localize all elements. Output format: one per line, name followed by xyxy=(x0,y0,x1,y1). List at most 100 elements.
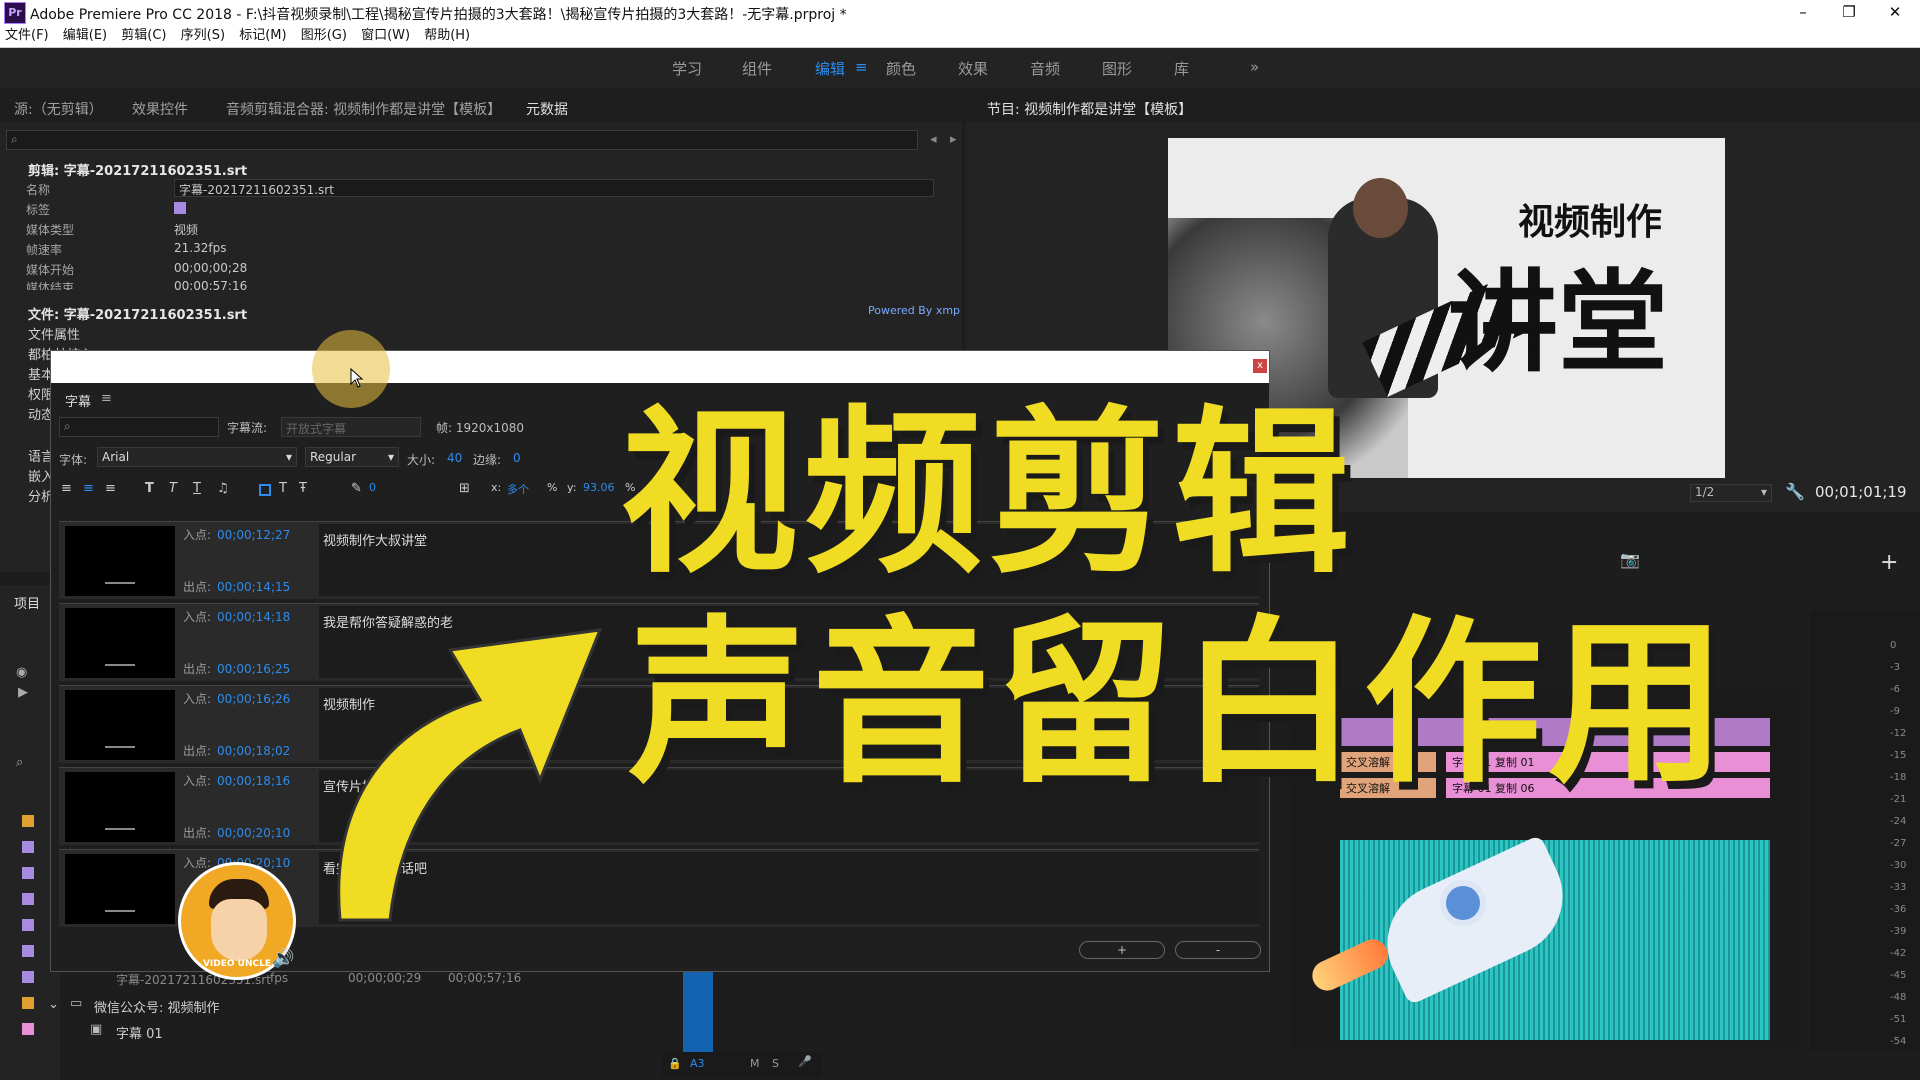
timeline-track-controls: 🔒 A3 M S 🎤 xyxy=(662,1052,822,1078)
mouse-cursor-icon xyxy=(350,368,364,388)
size-value[interactable]: 40 xyxy=(447,451,462,465)
text-color-icon[interactable]: T xyxy=(279,481,287,496)
prev-icon[interactable]: ◂ xyxy=(930,132,937,147)
file-properties[interactable]: 文件属性 xyxy=(28,324,80,343)
menu-sequence[interactable]: 序列(S) xyxy=(176,26,230,46)
y-value[interactable]: 93.06 xyxy=(583,481,615,494)
in-point[interactable]: 00;00;14;18 xyxy=(217,610,290,624)
metadata-row-label: 标签 xyxy=(0,198,960,218)
next-icon[interactable]: ▸ xyxy=(950,132,957,147)
add-button-icon[interactable]: + xyxy=(1880,550,1898,575)
track-a3[interactable]: A3 xyxy=(690,1057,705,1070)
label-swatch-lavender xyxy=(22,841,34,853)
metadata-search-input[interactable]: ⌕ xyxy=(6,130,918,150)
restore-icon[interactable]: ❐ xyxy=(1826,0,1872,26)
workspace-libraries[interactable]: 库 xyxy=(1174,58,1189,79)
workspace-overflow[interactable]: » xyxy=(1250,58,1259,76)
font-label: 字体: xyxy=(59,453,88,467)
mute-toggle[interactable]: M xyxy=(750,1057,760,1070)
label-swatch-orange-2 xyxy=(22,997,34,1009)
chevron-down-icon[interactable]: ⌄ xyxy=(48,997,59,1012)
program-timecode[interactable]: 00;01;01;19 xyxy=(1815,483,1907,501)
program-title[interactable]: 节目: 视频制作都是讲堂【模板】 xyxy=(987,99,1192,119)
tab-audio-mixer[interactable]: 音频剪辑混合器: 视频制作都是讲堂【模板】 xyxy=(226,99,501,119)
project-item-row[interactable]: ▣ 字幕 01 xyxy=(60,1020,620,1044)
out-point[interactable]: 00;00;18;02 xyxy=(217,744,290,758)
workspace-assembly[interactable]: 组件 xyxy=(742,58,772,79)
menu-marker[interactable]: 标记(M) xyxy=(234,26,291,46)
title-bar: Pr Adobe Premiere Pro CC 2018 - F:\抖音视频录… xyxy=(0,0,1920,26)
workspace-effects[interactable]: 效果 xyxy=(958,58,988,79)
lock-icon[interactable]: 🔒 xyxy=(668,1057,682,1070)
out-point[interactable]: 00;00;16;25 xyxy=(217,662,290,676)
minimize-icon[interactable]: – xyxy=(1780,0,1826,26)
zoom-select[interactable]: 1/2 ▾ xyxy=(1690,484,1772,502)
workspace-learn[interactable]: 学习 xyxy=(672,58,702,79)
play-icon[interactable]: ▶ xyxy=(18,685,28,700)
label-swatch-lavender-2 xyxy=(22,867,34,879)
eyedropper-icon[interactable]: ✎ xyxy=(351,481,362,496)
bold-icon[interactable]: T xyxy=(145,481,154,496)
search-icon-small[interactable]: ⌕ xyxy=(16,755,23,770)
file-section-header[interactable]: 文件: 字幕-20217211602351.srt xyxy=(28,304,247,323)
metadata-row-media-type: 媒体类型 视频 xyxy=(26,223,199,237)
wrench-icon[interactable]: 🔧 xyxy=(1785,482,1805,501)
close-icon[interactable]: ✕ xyxy=(1872,0,1918,26)
clip-section-header[interactable]: 剪辑: 字幕-20217211602351.srt xyxy=(28,160,247,179)
name-field[interactable]: 字幕-20217211602351.srt xyxy=(174,179,934,197)
workspace-editing[interactable]: 编辑 xyxy=(815,58,845,79)
panel-menu-icon[interactable]: ≡ xyxy=(101,391,112,406)
style-select[interactable]: Regular ▾ xyxy=(305,447,399,467)
out-point[interactable]: 00;00;14;15 xyxy=(217,580,290,594)
presenter-head xyxy=(1353,178,1408,238)
label-swatch-orange xyxy=(22,815,34,827)
menu-graphics[interactable]: 图形(G) xyxy=(296,26,352,46)
stream-select[interactable]: 开放式字幕 xyxy=(281,417,421,437)
tab-effect-controls[interactable]: 效果控件 xyxy=(132,99,188,119)
solo-toggle[interactable]: S xyxy=(772,1057,779,1070)
project-tab[interactable]: 项目 xyxy=(14,593,40,612)
menu-file[interactable]: 文件(F) xyxy=(0,26,54,46)
mic-icon[interactable]: 🎤 xyxy=(798,1055,812,1068)
x-value[interactable]: 多个 xyxy=(507,481,529,497)
edge-color-icon[interactable]: Ŧ xyxy=(299,481,307,496)
in-point[interactable]: 00;00;12;27 xyxy=(217,528,290,542)
stream-label: 字幕流: xyxy=(227,421,268,435)
mascot-face xyxy=(211,899,267,961)
camera-icon-small[interactable]: ◉ xyxy=(16,665,27,680)
workspace-graphics[interactable]: 图形 xyxy=(1102,58,1132,79)
in-point[interactable]: 00;00;18;16 xyxy=(217,774,290,788)
font-select[interactable]: Arial ▾ xyxy=(97,447,297,467)
captions-search-input[interactable]: ⌕ xyxy=(59,417,219,437)
project-folder-row[interactable]: ⌄ ▭ 微信公众号: 视频制作 xyxy=(40,994,600,1018)
align-left-icon[interactable]: ≡ xyxy=(61,481,72,496)
menu-clip[interactable]: 剪辑(C) xyxy=(116,26,171,46)
workspace-audio[interactable]: 音频 xyxy=(1030,58,1060,79)
menu-window[interactable]: 窗口(W) xyxy=(356,26,415,46)
workspace-menu-icon[interactable]: ≡ xyxy=(855,58,868,76)
label-swatch-lavender-4 xyxy=(22,919,34,931)
metadata-row-media-start: 媒体开始 00;00;00;28 xyxy=(26,261,248,277)
background-color-icon[interactable] xyxy=(259,484,271,496)
tab-metadata[interactable]: 元数据 xyxy=(526,99,568,119)
in-point[interactable]: 00;00;16;26 xyxy=(217,692,290,706)
label-swatch-pink xyxy=(22,1023,34,1035)
label-swatch[interactable] xyxy=(174,202,186,214)
remove-caption-button[interactable]: - xyxy=(1175,941,1261,959)
align-center-icon[interactable]: ≡ xyxy=(83,481,94,496)
music-note-icon[interactable]: ♫ xyxy=(217,481,229,496)
menu-help[interactable]: 帮助(H) xyxy=(419,26,475,46)
align-right-icon[interactable]: ≡ xyxy=(105,481,116,496)
italic-icon[interactable]: T xyxy=(169,481,177,496)
add-caption-button[interactable]: + xyxy=(1079,941,1165,959)
workspace-color[interactable]: 颜色 xyxy=(886,58,916,79)
out-point[interactable]: 00;00;20;10 xyxy=(217,826,290,840)
menu-edit[interactable]: 编辑(E) xyxy=(58,26,112,46)
underline-icon[interactable]: T xyxy=(193,481,201,496)
tab-source[interactable]: 源:（无剪辑） xyxy=(14,99,103,119)
metadata-row-frame-rate: 帧速率 21.32fps xyxy=(26,241,227,257)
position-grid-icon[interactable]: ⊞ xyxy=(459,481,470,496)
opacity-value[interactable]: 0 xyxy=(369,481,376,494)
captions-tab[interactable]: 字幕 xyxy=(65,391,91,410)
edge-value[interactable]: 0 xyxy=(513,451,521,465)
